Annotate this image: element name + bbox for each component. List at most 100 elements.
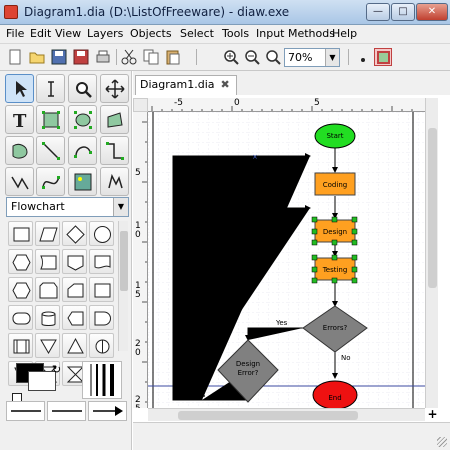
selection-handle[interactable] [351,277,358,284]
move-icon[interactable] [100,74,129,103]
selection-handle[interactable] [351,254,358,261]
new-icon[interactable] [6,48,24,66]
zigzag-icon[interactable] [100,136,129,165]
menu-tools[interactable]: Tools [222,27,249,40]
menu-help[interactable]: Help [332,27,357,40]
selection-handle[interactable] [311,216,318,223]
line-style-end[interactable] [88,401,127,421]
hexagon-shape[interactable] [8,277,33,302]
menu-objects[interactable]: Objects [130,27,172,40]
diagram-canvas[interactable]: × Start Coding Design Testing Errors? De… [148,112,425,408]
selection-handle[interactable] [351,228,358,235]
pointer-icon[interactable] [5,74,34,103]
text-cursor-icon[interactable] [36,74,65,103]
bezier-icon[interactable] [36,167,65,196]
chevron-down-icon[interactable]: ▼ [325,49,339,66]
predefined-process-shape[interactable] [8,333,33,358]
punched-card-shape[interactable] [35,249,60,274]
paste-icon[interactable] [164,48,182,66]
horizontal-scrollbar[interactable] [148,408,425,421]
copy-icon[interactable] [142,48,160,66]
close-button[interactable]: ✕ [416,3,448,21]
cut-icon[interactable] [120,48,138,66]
selection-handle[interactable] [351,239,358,246]
image-icon[interactable] [68,167,97,196]
rounded-shape[interactable] [8,305,33,330]
outline-icon[interactable] [100,167,129,196]
selection-handle[interactable] [311,277,318,284]
terminal-shape[interactable] [62,249,87,274]
start-node[interactable]: Start [314,123,356,149]
snap-grid-icon[interactable] [354,48,372,66]
testing-node[interactable]: Testing [311,254,358,284]
zoom-out-icon[interactable] [243,48,261,66]
selection-handle[interactable] [311,266,318,273]
navigation-icon[interactable]: + [426,408,439,421]
delay-shape[interactable] [89,333,114,358]
print-icon[interactable] [94,48,112,66]
maximize-button[interactable]: □ [391,3,415,21]
selection-handle[interactable] [331,277,338,284]
save-icon[interactable] [50,48,68,66]
tape-shape[interactable] [89,277,114,302]
menu-select[interactable]: Select [180,27,214,40]
menu-edit[interactable]: Edit [30,27,51,40]
ellipse-icon[interactable] [68,105,97,134]
box-icon[interactable] [36,105,65,134]
zoom-select[interactable]: 70% ▼ [284,48,340,67]
close-icon[interactable]: ✖ [221,78,230,91]
menu-input-methods[interactable]: Input Methods [256,27,335,40]
shapes-scrollbar[interactable] [118,221,128,351]
text-icon[interactable]: T [5,105,34,134]
menu-file[interactable]: File [6,27,24,40]
selection-handle[interactable] [351,266,358,273]
beziergon-icon[interactable] [5,136,34,165]
swap-colors-icon[interactable]: ↻ [52,363,61,376]
line-style-start[interactable] [6,401,45,421]
decision-shape[interactable] [62,221,87,246]
ellipse-shape[interactable] [89,221,114,246]
selection-handle[interactable] [331,239,338,246]
preparation-shape[interactable] [8,249,33,274]
tab-diagram1[interactable]: Diagram1.dia ✖ [135,75,237,95]
cylinder-shape[interactable] [35,305,60,330]
selection-handle[interactable] [311,239,318,246]
scroll-thumb[interactable] [120,231,128,291]
process-shape[interactable] [8,221,33,246]
selection-handle[interactable] [351,216,358,223]
selection-handle[interactable] [311,228,318,235]
scroll-thumb[interactable] [178,411,358,420]
line-style-middle[interactable] [47,401,86,421]
manual-operation-shape[interactable] [62,305,87,330]
design-node[interactable]: Design [311,216,358,246]
line-icon[interactable] [36,136,65,165]
menu-view[interactable]: View [55,27,81,40]
magnify-icon[interactable] [68,74,97,103]
minimize-button[interactable]: — [366,3,390,21]
zoom-in-icon[interactable] [222,48,240,66]
selection-handle[interactable] [331,216,338,223]
selection-handle[interactable] [331,254,338,261]
manual-input-shape[interactable] [35,277,60,302]
scroll-thumb[interactable] [428,128,437,288]
coding-node[interactable]: Coding [314,172,356,196]
card-shape[interactable] [62,277,87,302]
document-shape[interactable] [89,249,114,274]
line-width-selector[interactable] [82,361,122,399]
menu-layers[interactable]: Layers [87,27,123,40]
arc-icon[interactable] [68,136,97,165]
selection-handle[interactable] [311,254,318,261]
save-as-icon[interactable] [72,48,90,66]
objects-snap-icon[interactable] [374,48,392,66]
resize-grip[interactable] [437,437,447,447]
polyline-icon[interactable] [5,167,34,196]
polygon-icon[interactable] [100,105,129,134]
end-node[interactable]: End [312,380,358,408]
triangle-shape[interactable] [35,333,60,358]
display-shape[interactable] [89,305,114,330]
vertical-scrollbar[interactable] [425,98,438,408]
offpage-shape[interactable] [62,333,87,358]
sheet-select[interactable]: Flowchart ▼ [6,197,129,217]
parallelogram-shape[interactable] [35,221,60,246]
open-icon[interactable] [28,48,46,66]
